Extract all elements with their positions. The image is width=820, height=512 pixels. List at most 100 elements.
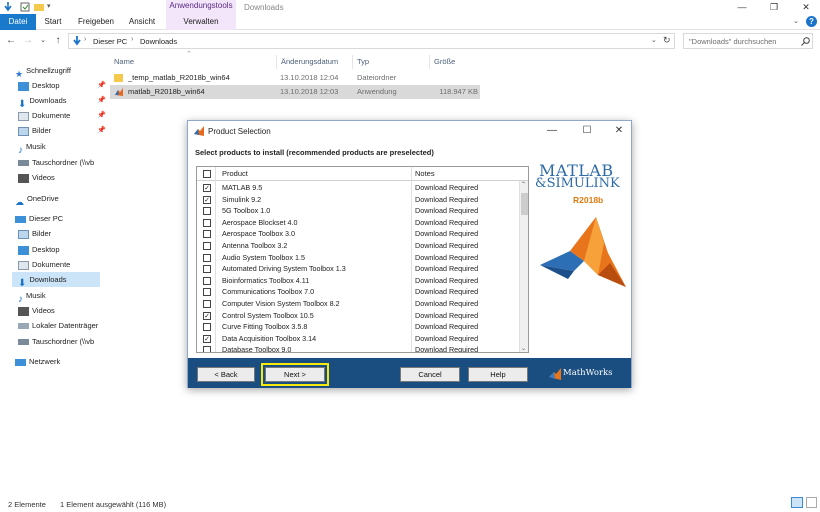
search-input[interactable]: "Downloads" durchsuchen: [683, 33, 813, 49]
forward-arrow-icon[interactable]: →: [22, 34, 34, 47]
nav-quick-access[interactable]: ★ Schnellzugriff: [15, 63, 107, 78]
scroll-thumb[interactable]: [521, 193, 528, 215]
product-row[interactable]: Database Toolbox 9.0 Download Required: [197, 344, 519, 352]
product-checkbox[interactable]: ✓: [203, 195, 211, 204]
product-checkbox[interactable]: [203, 323, 211, 332]
search-icon[interactable]: [801, 37, 810, 46]
videos-icon: [18, 306, 29, 316]
maximize-button[interactable]: ❐: [764, 1, 784, 13]
next-button[interactable]: Next >: [265, 367, 325, 382]
nav-quick-pictures[interactable]: Bilder 📌: [18, 123, 110, 138]
nav-this-pc[interactable]: Dieser PC: [15, 211, 107, 226]
expand-ribbon-icon[interactable]: ⌄: [793, 17, 799, 25]
nav-quick-downloads[interactable]: ⬇ Downloads 📌: [18, 93, 110, 108]
product-checkbox[interactable]: [203, 346, 211, 352]
minimize-button[interactable]: —: [732, 1, 752, 13]
dialog-minimize-button[interactable]: —: [543, 124, 561, 138]
quick-access-dropdown-icon[interactable]: ▾: [47, 2, 51, 10]
product-note: Download Required: [415, 287, 479, 297]
simulink-logo-text: &SIMULINK: [535, 176, 620, 191]
product-checkbox[interactable]: ✓: [203, 334, 211, 343]
nav-pc-videos[interactable]: Videos: [18, 303, 110, 318]
breadcrumb-this-pc[interactable]: Dieser PC: [93, 37, 127, 46]
product-checkbox[interactable]: [203, 253, 211, 262]
breadcrumb-downloads[interactable]: Downloads: [140, 37, 177, 46]
recent-locations-icon[interactable]: ⌄: [37, 34, 49, 47]
product-row[interactable]: Audio System Toolbox 1.5 Download Require…: [197, 252, 519, 264]
product-checkbox[interactable]: [203, 265, 211, 274]
nav-onedrive[interactable]: ☁ OneDrive: [15, 191, 107, 206]
nav-pc-desktop[interactable]: Desktop: [18, 242, 110, 257]
product-row[interactable]: Antenna Toolbox 3.2 Download Required: [197, 240, 519, 252]
product-checkbox[interactable]: ✓: [203, 184, 211, 192]
product-checkbox[interactable]: [203, 230, 211, 239]
product-checkbox[interactable]: [203, 207, 211, 216]
nav-quick-videos[interactable]: Videos: [18, 170, 110, 185]
nav-quick-documents[interactable]: Dokumente 📌: [18, 108, 110, 123]
product-name: Computer Vision System Toolbox 8.2: [222, 299, 340, 308]
scroll-up-icon[interactable]: ⌃: [521, 181, 526, 188]
column-header-name[interactable]: Name: [114, 57, 134, 69]
nav-quick-music[interactable]: ♪ Musik: [18, 139, 110, 154]
product-row[interactable]: 5G Toolbox 1.0 Download Required: [197, 205, 519, 217]
tab-datei[interactable]: Datei: [0, 14, 36, 30]
dialog-maximize-button[interactable]: ☐: [578, 124, 596, 138]
product-checkbox[interactable]: [203, 276, 211, 285]
new-folder-icon[interactable]: [34, 2, 44, 12]
product-row[interactable]: ✓ Control System Toolbox 10.5 Download Req…: [197, 310, 519, 322]
product-row[interactable]: ✓ Simulink 9.2 Download Required: [197, 194, 519, 206]
cloud-icon: ☁: [15, 196, 24, 206]
tab-freigeben[interactable]: Freigeben: [74, 14, 118, 30]
tab-start[interactable]: Start: [38, 14, 68, 30]
product-checkbox[interactable]: [203, 300, 211, 308]
product-row[interactable]: Curve Fitting Toolbox 3.5.8 Download Requ…: [197, 321, 519, 333]
down-arrow-icon[interactable]: [3, 2, 13, 12]
nav-pc-pictures[interactable]: Bilder: [18, 226, 110, 241]
up-arrow-icon[interactable]: ↑: [52, 34, 64, 47]
nav-network[interactable]: Netzwerk: [15, 354, 107, 369]
product-checkbox[interactable]: ✓: [203, 311, 211, 320]
product-checkbox[interactable]: [203, 218, 211, 227]
properties-icon[interactable]: [20, 2, 30, 12]
nav-pc-share[interactable]: Tauschordner (\\vb: [18, 334, 110, 349]
cancel-button[interactable]: Cancel: [400, 367, 460, 382]
file-row[interactable]: matlab_R2018b_win64 13.10.2018 12:03 Anw…: [110, 85, 480, 99]
scroll-down-icon[interactable]: ⌄: [521, 345, 526, 352]
details-view-icon[interactable]: [791, 497, 803, 508]
refresh-icon[interactable]: ↻: [663, 35, 671, 46]
product-row[interactable]: ✓ Data Acquisition Toolbox 3.14 Download R…: [197, 333, 519, 345]
product-scrollbar[interactable]: ⌃ ⌄: [519, 181, 528, 352]
product-row[interactable]: Aerospace Blockset 4.0 Download Required: [197, 217, 519, 229]
column-header-size[interactable]: Größe: [434, 57, 455, 69]
product-checkbox[interactable]: [203, 242, 211, 250]
nav-quick-desktop[interactable]: Desktop 📌: [18, 78, 110, 93]
select-all-checkbox[interactable]: [203, 170, 211, 178]
nav-pc-downloads[interactable]: ⬇ Downloads: [12, 272, 100, 287]
tiles-view-icon[interactable]: [806, 497, 817, 508]
product-checkbox[interactable]: [203, 288, 211, 297]
file-row[interactable]: _temp_matlab_R2018b_win64 13.10.2018 12:…: [110, 71, 480, 85]
help-button[interactable]: Help: [468, 367, 528, 382]
tab-ansicht[interactable]: Ansicht: [122, 14, 162, 30]
nav-pc-music[interactable]: ♪ Musik: [18, 288, 110, 303]
product-row[interactable]: Communications Toolbox 7.0 Download Requi…: [197, 286, 519, 298]
nav-pc-documents[interactable]: Dokumente: [18, 257, 110, 272]
address-bar[interactable]: › Dieser PC › Downloads ⌄ ↻: [68, 33, 675, 49]
back-arrow-icon[interactable]: ←: [5, 34, 17, 47]
product-row[interactable]: Computer Vision System Toolbox 8.2 Downlo…: [197, 298, 519, 310]
nav-quick-share[interactable]: Tauschordner (\\vb: [18, 155, 110, 170]
product-row[interactable]: Automated Driving System Toolbox 1.3 Down…: [197, 263, 519, 275]
product-row[interactable]: Aerospace Toolbox 3.0 Download Required: [197, 228, 519, 240]
help-icon[interactable]: ?: [806, 16, 817, 27]
column-header-type[interactable]: Typ: [357, 57, 369, 69]
address-dropdown-icon[interactable]: ⌄: [651, 36, 657, 44]
product-row[interactable]: Bioinformatics Toolbox 4.11 Download Requ…: [197, 275, 519, 287]
product-row[interactable]: ✓ MATLAB 9.5 Download Required: [197, 182, 519, 194]
tab-verwalten[interactable]: Verwalten: [166, 14, 236, 30]
dialog-close-button[interactable]: ✕: [610, 124, 628, 138]
close-button[interactable]: ✕: [796, 1, 816, 13]
nav-pc-local-disk[interactable]: Lokaler Datenträger: [18, 318, 110, 333]
back-button[interactable]: < Back: [197, 367, 255, 382]
column-header-date[interactable]: Änderungsdatum: [281, 57, 338, 69]
product-note: Download Required: [415, 275, 479, 285]
